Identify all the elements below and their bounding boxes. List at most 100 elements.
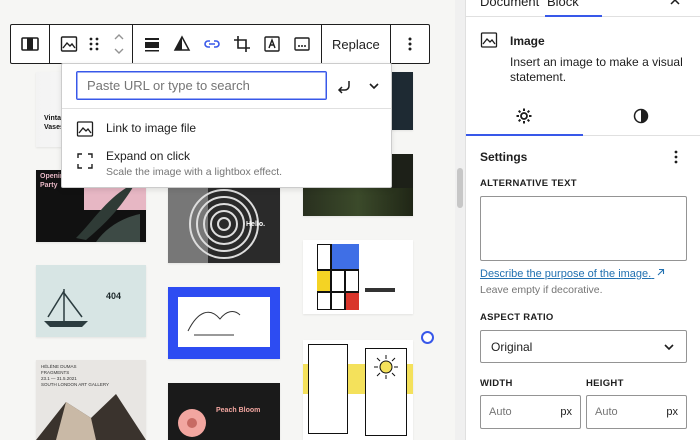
thumbnail-label: Peach Bloom: [216, 407, 261, 414]
mondrian-illustration: [317, 244, 359, 310]
close-icon: [670, 0, 680, 5]
toolbar-group-more: [391, 25, 429, 63]
styles-icon: [633, 108, 649, 124]
align-bottom-button[interactable]: [137, 25, 167, 63]
text-overlay-button[interactable]: [257, 25, 287, 63]
aspect-ratio-label: Aspect ratio: [480, 312, 554, 323]
link-button[interactable]: [197, 25, 227, 63]
option-title: Link to image file: [106, 121, 197, 135]
option-description: Scale the image with a lightbox effect.: [106, 166, 283, 178]
replace-button[interactable]: Replace: [324, 25, 388, 63]
alt-text-help-link[interactable]: Describe the purpose of the image.: [480, 268, 665, 280]
chevron-down-icon: [369, 82, 379, 89]
thumbnail-peach-bloom[interactable]: Peach Bloom: [168, 383, 280, 440]
duotone-button[interactable]: [167, 25, 197, 63]
block-align-button[interactable]: [15, 25, 45, 63]
align-bottom-icon: [145, 38, 159, 52]
enter-icon: [337, 80, 350, 94]
flower-illustration: [178, 409, 206, 437]
thumbnail-label: Hello.: [246, 221, 266, 228]
bird-sketch-illustration: [187, 311, 241, 336]
submit-link-button[interactable]: [331, 71, 357, 100]
toolbar-group-tools: [133, 25, 322, 63]
block-type-button[interactable]: [54, 25, 84, 63]
align-icon: [21, 37, 39, 51]
external-link-icon: [657, 268, 665, 276]
duotone-icon: [173, 35, 191, 51]
crop-button[interactable]: [227, 25, 257, 63]
scrollbar-thumb[interactable]: [457, 168, 463, 208]
alt-text-hint: Leave empty if decorative.: [480, 284, 603, 296]
thumbnail-blue-sketch[interactable]: [168, 287, 280, 359]
tab-settings[interactable]: [515, 107, 533, 125]
crop-icon: [234, 36, 250, 52]
thumbnail-helene-dumas[interactable]: HÉLÈNE DUMAS FRAGMENTS 23.1 — 31.5.2021 SOU…: [36, 360, 146, 440]
block-card-description: Insert an image to make a visual stateme…: [510, 55, 683, 84]
link-popover: Link to image file Expand on click Scale…: [61, 63, 392, 188]
block-options-button[interactable]: [395, 25, 425, 63]
expand-on-click-option[interactable]: Expand on click Scale the image with a l…: [76, 148, 282, 179]
thumbnail-404[interactable]: 404: [36, 265, 146, 337]
popover-divider: [62, 108, 391, 109]
toolbar-group-block: [50, 25, 133, 63]
more-options-button[interactable]: [287, 25, 317, 63]
canvas-scrollbar[interactable]: [455, 0, 465, 440]
tab-block[interactable]: Block: [547, 0, 579, 9]
thumbnail-label: HÉLÈNE DUMAS FRAGMENTS 23.1 — 31.5.2021 SOU…: [41, 364, 110, 387]
width-label: Width: [480, 378, 513, 389]
settings-panel-title: Settings: [480, 150, 528, 164]
fullscreen-icon: [77, 153, 93, 169]
thumbnail-tarot[interactable]: [303, 340, 413, 440]
alt-text-input[interactable]: [480, 196, 687, 261]
url-row: [76, 71, 387, 100]
chevron-up-icon[interactable]: [112, 32, 126, 42]
toolbar-group-align: [11, 25, 50, 63]
settings-sidebar: Document Block Image Insert an image to …: [465, 0, 700, 440]
height-unit: px: [666, 406, 678, 418]
sidebar-tabs: Document Block: [466, 0, 700, 17]
image-icon: [60, 36, 78, 52]
tab-styles[interactable]: [632, 107, 650, 125]
more-options-icon: [294, 37, 310, 51]
tab-document[interactable]: Document: [480, 0, 539, 9]
aspect-ratio-value: Original: [491, 339, 533, 354]
active-tab-indicator: [545, 15, 602, 17]
sculpture-illustration: [36, 394, 146, 440]
drag-button[interactable]: [84, 25, 104, 63]
height-placeholder: Auto: [595, 406, 618, 418]
image-icon: [76, 121, 94, 137]
chevron-down-icon[interactable]: [112, 46, 126, 56]
ship-illustration: [44, 289, 88, 327]
link-to-image-file-option[interactable]: Link to image file: [76, 120, 196, 138]
height-label: Height: [586, 378, 624, 389]
link-options-toggle[interactable]: [361, 71, 387, 100]
thumbnail-label: 404: [106, 291, 122, 301]
chevron-down-icon: [664, 343, 674, 350]
alt-text-label: Alternative text: [480, 178, 577, 189]
block-card-title: Image: [510, 34, 545, 48]
settings-icon: [516, 108, 532, 124]
settings-options-button[interactable]: [670, 148, 682, 166]
thumbnail-mondrian[interactable]: [303, 240, 413, 314]
inspector-tabs: [466, 99, 700, 136]
link-icon: [204, 40, 220, 48]
width-input[interactable]: Auto px: [480, 395, 581, 429]
option-title: Expand on click: [106, 149, 191, 163]
url-input[interactable]: [76, 71, 327, 100]
image-icon: [480, 32, 498, 48]
block-mover: [110, 25, 128, 63]
aspect-ratio-select[interactable]: Original: [480, 330, 687, 363]
thumbnail-hello[interactable]: Hello.: [168, 185, 280, 263]
alt-text-help-link-text: Describe the purpose of the image.: [480, 268, 652, 280]
width-unit: px: [560, 406, 572, 418]
more-vertical-icon: [408, 37, 412, 51]
width-placeholder: Auto: [489, 406, 512, 418]
block-toolbar: Replace: [10, 24, 430, 64]
close-sidebar-button[interactable]: [669, 0, 681, 10]
text-overlay-icon: [264, 36, 280, 52]
drag-icon: [89, 37, 99, 51]
toolbar-group-replace: Replace: [322, 25, 391, 63]
sun-illustration: [374, 355, 398, 379]
resize-handle[interactable]: [421, 331, 434, 344]
height-input[interactable]: Auto px: [586, 395, 687, 429]
